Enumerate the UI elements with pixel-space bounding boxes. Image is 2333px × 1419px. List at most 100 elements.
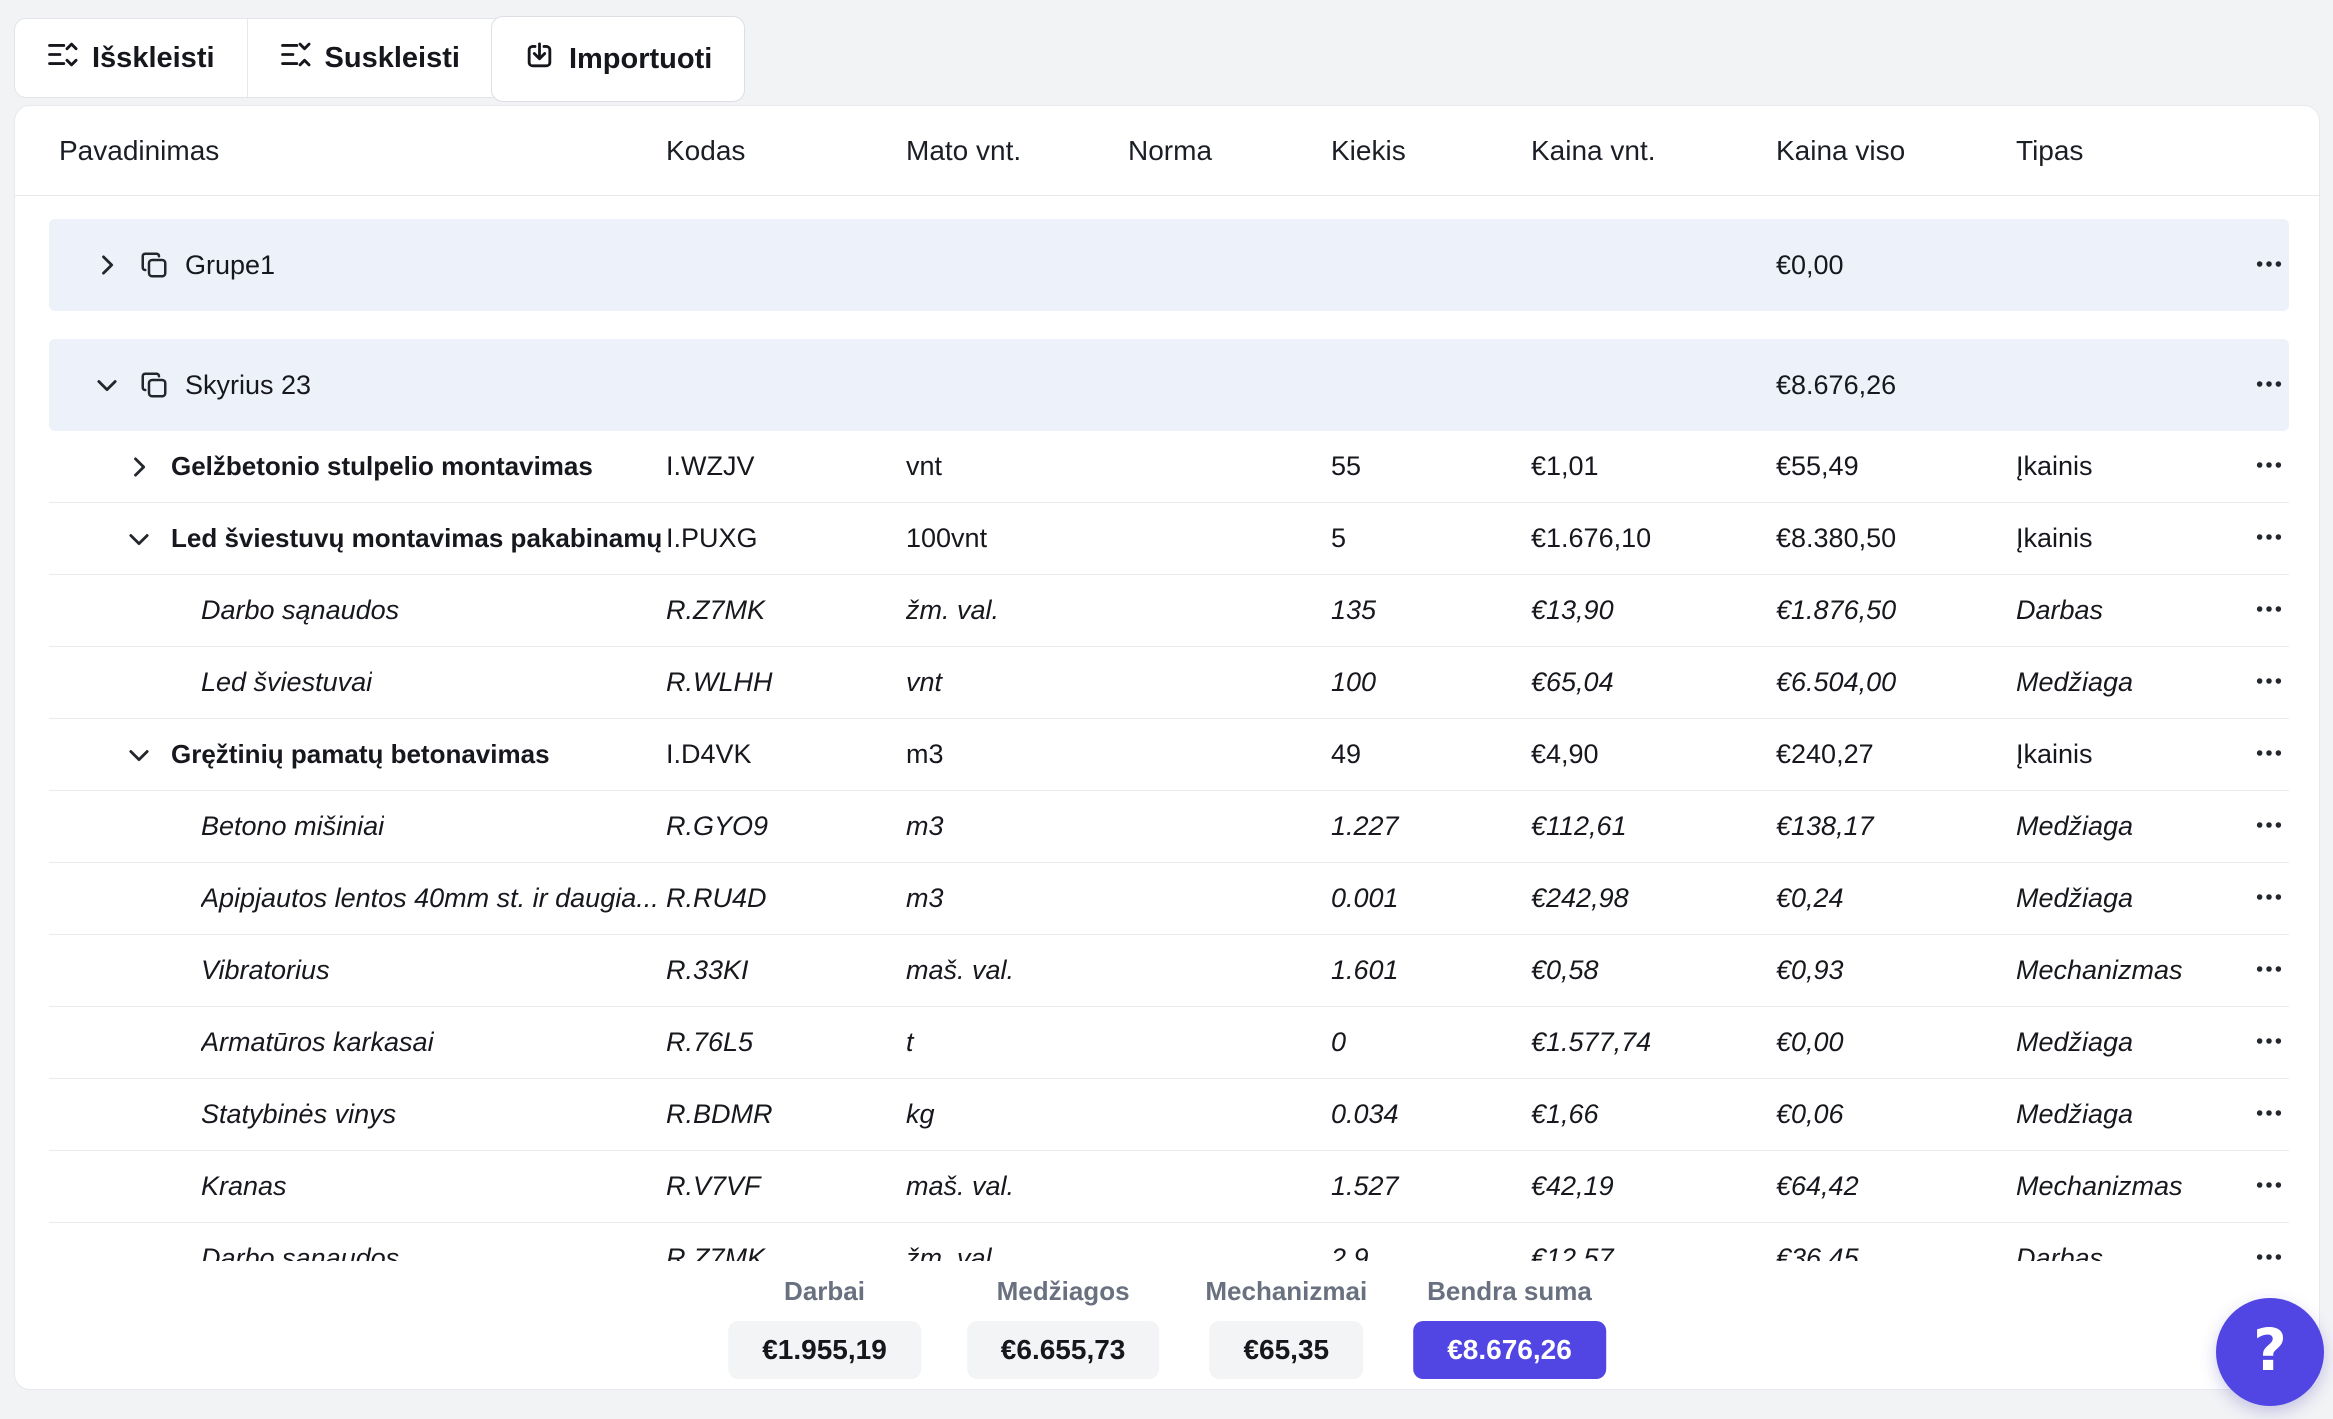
column-header-kaina-vnt: Kaina vnt.	[1531, 135, 1776, 167]
row-kodas-cell: R.V7VF	[666, 1171, 906, 1202]
table-row: Gręžtinių pamatų betonavimasI.D4VKm349€4…	[49, 719, 2289, 791]
row-kaina-viso-cell: €8.380,50	[1776, 523, 2016, 554]
import-icon	[524, 40, 555, 79]
row-kodas-cell: R.WLHH	[666, 667, 906, 698]
row-kodas-cell: R.BDMR	[666, 1099, 906, 1130]
chevron-right-icon[interactable]	[121, 449, 157, 485]
chevron-down-icon[interactable]	[89, 367, 125, 403]
row-name-label: Apipjautos lentos 40mm st. ir daugia...	[201, 883, 659, 914]
row-mato-cell: maš. val.	[906, 955, 1128, 986]
column-header-norma: Norma	[1128, 135, 1331, 167]
import-button[interactable]: Importuoti	[491, 16, 745, 102]
ellipsis-icon	[2254, 450, 2284, 483]
row-tipas-cell: Medžiaga	[2016, 811, 2246, 842]
chevron-down-icon[interactable]	[121, 521, 157, 557]
row-menu-button[interactable]	[2247, 589, 2291, 633]
row-menu-button[interactable]	[2247, 1093, 2291, 1137]
row-kodas-cell: R.33KI	[666, 955, 906, 986]
expand-all-label: Išskleisti	[92, 42, 215, 75]
stat-mechanizmai: Mechanizmai €65,35	[1205, 1275, 1367, 1379]
row-kaina-viso-cell: €64,42	[1776, 1171, 2016, 1202]
column-header-tipas: Tipas	[2016, 135, 2246, 167]
column-header-mato-vnt: Mato vnt.	[906, 135, 1128, 167]
row-menu-button[interactable]	[2247, 243, 2291, 287]
chevron-right-icon[interactable]	[89, 247, 125, 283]
row-name-label: Vibratorius	[201, 955, 330, 986]
row-kaina-viso-cell: €1.876,50	[1776, 595, 2016, 626]
row-kaina-vnt-cell: €242,98	[1531, 883, 1776, 914]
row-kaina-vnt-cell: €0,58	[1531, 955, 1776, 986]
row-name-label: Led šviestuvų montavimas pakabinamų lu..…	[171, 523, 666, 554]
row-kiekis-cell: 1.227	[1331, 811, 1531, 842]
row-menu-button[interactable]	[2247, 1021, 2291, 1065]
stat-bendra-suma: Bendra suma €8.676,26	[1413, 1275, 1606, 1379]
row-kiekis-cell: 100	[1331, 667, 1531, 698]
row-name-cell: Kranas	[49, 1171, 666, 1202]
table-row: Betono mišiniaiR.GYO9m31.227€112,61€138,…	[49, 791, 2289, 863]
row-name-cell: Led šviestuvai	[49, 667, 666, 698]
ellipsis-icon	[2254, 1098, 2284, 1131]
row-kaina-viso-cell: €8.676,26	[1776, 370, 2016, 401]
summary-stats: Darbai €1.955,19 Medžiagos €6.655,73 Mec…	[728, 1275, 1606, 1379]
row-menu-button[interactable]	[2247, 733, 2291, 777]
row-name-cell: Vibratorius	[49, 955, 666, 986]
ellipsis-icon	[2254, 954, 2284, 987]
row-kaina-viso-cell: €55,49	[1776, 451, 2016, 482]
row-name-label: Grupe1	[185, 250, 275, 281]
row-kodas-cell: I.PUXG	[666, 523, 906, 554]
chevron-down-icon[interactable]	[121, 737, 157, 773]
ellipsis-icon	[2254, 1170, 2284, 1203]
row-name-cell: Betono mišiniai	[49, 811, 666, 842]
collapse-all-label: Suskleisti	[325, 42, 460, 75]
help-button[interactable]: ?	[2216, 1298, 2324, 1406]
table-body: Grupe1€0,00Skyrius 23€8.676,26Gelžbetoni…	[15, 219, 2319, 1295]
row-menu-button[interactable]	[2247, 1165, 2291, 1209]
row-kaina-viso-cell: €0,06	[1776, 1099, 2016, 1130]
row-menu-button[interactable]	[2247, 363, 2291, 407]
row-tipas-cell: Medžiaga	[2016, 1099, 2246, 1130]
ellipsis-icon	[2254, 882, 2284, 915]
ellipsis-icon	[2254, 666, 2284, 699]
row-tipas-cell: Mechanizmas	[2016, 955, 2246, 986]
table-row: VibratoriusR.33KImaš. val.1.601€0,58€0,9…	[49, 935, 2289, 1007]
row-name-label: Gelžbetonio stulpelio montavimas	[171, 451, 593, 482]
toolbar: Išskleisti Suskleisti Importuoti	[14, 18, 745, 98]
row-kaina-vnt-cell: €1,66	[1531, 1099, 1776, 1130]
row-kaina-viso-cell: €0,24	[1776, 883, 2016, 914]
row-tipas-cell: Darbas	[2016, 595, 2246, 626]
row-kodas-cell: I.D4VK	[666, 739, 906, 770]
stat-bendra-suma-label: Bendra suma	[1427, 1275, 1592, 1307]
row-menu-button[interactable]	[2247, 805, 2291, 849]
row-tipas-cell: Medžiaga	[2016, 1027, 2246, 1058]
row-name-label: Gręžtinių pamatų betonavimas	[171, 739, 550, 770]
row-kodas-cell: I.WZJV	[666, 451, 906, 482]
row-name-label: Kranas	[201, 1171, 287, 1202]
ellipsis-icon	[2254, 249, 2284, 282]
ellipsis-icon	[2254, 369, 2284, 402]
stat-mechanizmai-label: Mechanizmai	[1205, 1275, 1367, 1307]
row-tipas-cell: Medžiaga	[2016, 883, 2246, 914]
row-name-cell: Apipjautos lentos 40mm st. ir daugia...	[49, 883, 666, 914]
row-menu-button[interactable]	[2247, 445, 2291, 489]
row-kaina-viso-cell: €6.504,00	[1776, 667, 2016, 698]
expand-all-button[interactable]: Išskleisti	[15, 19, 247, 97]
row-kiekis-cell: 0	[1331, 1027, 1531, 1058]
stat-darbai: Darbai €1.955,19	[728, 1275, 921, 1379]
row-menu-button[interactable]	[2247, 661, 2291, 705]
ellipsis-icon	[2254, 594, 2284, 627]
row-tipas-cell: Įkainis	[2016, 451, 2246, 482]
row-menu-button[interactable]	[2247, 877, 2291, 921]
column-header-kaina-viso: Kaina viso	[1776, 135, 2016, 167]
stat-mechanizmai-value: €65,35	[1209, 1321, 1363, 1379]
row-kaina-viso-cell: €0,00	[1776, 250, 2016, 281]
row-menu-button[interactable]	[2247, 517, 2291, 561]
row-name-label: Darbo sąnaudos	[201, 595, 399, 626]
table-row: Darbo sąnaudosR.Z7MKžm. val.135€13,90€1.…	[49, 575, 2289, 647]
row-name-cell: Grupe1	[49, 247, 666, 283]
collapse-all-button[interactable]: Suskleisti	[247, 19, 492, 97]
row-kodas-cell: R.76L5	[666, 1027, 906, 1058]
row-menu-button[interactable]	[2247, 949, 2291, 993]
table-row: Led šviestuvaiR.WLHHvnt100€65,04€6.504,0…	[49, 647, 2289, 719]
column-header-pavadinimas: Pavadinimas	[49, 135, 666, 167]
row-mato-cell: vnt	[906, 667, 1128, 698]
